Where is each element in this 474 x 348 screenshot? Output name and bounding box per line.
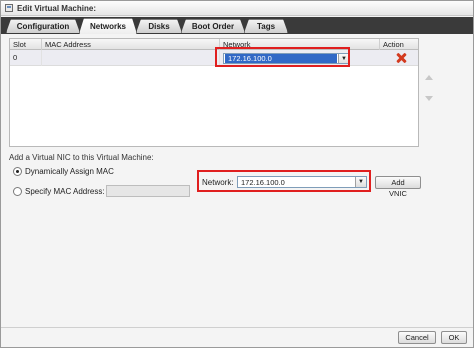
delete-x-icon[interactable] [396, 53, 406, 63]
tab-disks[interactable]: Disks [136, 19, 182, 33]
table-row[interactable]: 0 172.16.100.0 ▼ [10, 50, 418, 66]
edit-vm-dialog: Edit Virtual Machine: Configuration Netw… [0, 0, 474, 348]
table-header: Slot MAC Address Network Action [10, 39, 418, 50]
title-bar: Edit Virtual Machine: [1, 1, 473, 16]
mac-address-input[interactable] [106, 185, 190, 197]
mac-cell [42, 50, 220, 66]
radio-dynamic-mac[interactable] [13, 167, 22, 176]
tab-strip: Configuration Networks Disks Boot Order … [1, 17, 473, 34]
radio-specify-mac-label: Specify MAC Address: [25, 187, 105, 196]
add-vnic-button[interactable]: Add VNIC [375, 176, 421, 198]
dialog-title: Edit Virtual Machine: [17, 3, 96, 13]
radio-dynamic-mac-label: Dynamically Assign MAC [25, 167, 114, 176]
highlight-box-network [197, 170, 371, 192]
move-down-icon[interactable] [425, 96, 433, 101]
radio-specify-mac[interactable] [13, 187, 22, 196]
column-header-mac: MAC Address [42, 39, 220, 50]
tab-configuration[interactable]: Configuration [6, 19, 80, 33]
add-vnic-heading: Add a Virtual NIC to this Virtual Machin… [9, 153, 154, 162]
column-header-slot: Slot [10, 39, 42, 50]
networks-panel: Slot MAC Address Network Action 0 172.16… [5, 36, 471, 336]
move-up-icon[interactable] [425, 75, 433, 80]
tab-boot-order[interactable]: Boot Order [181, 19, 245, 33]
highlight-box-row-network [215, 47, 350, 67]
slot-cell: 0 [10, 50, 42, 66]
cancel-button[interactable]: Cancel [398, 331, 436, 344]
tab-tags[interactable]: Tags [244, 19, 288, 33]
window-icon [5, 4, 13, 12]
dialog-footer: Cancel OK [1, 327, 473, 347]
vnic-table: Slot MAC Address Network Action 0 172.16… [9, 38, 419, 147]
column-header-action: Action [383, 40, 404, 49]
ok-button[interactable]: OK [441, 331, 467, 344]
tab-networks[interactable]: Networks [79, 18, 137, 34]
